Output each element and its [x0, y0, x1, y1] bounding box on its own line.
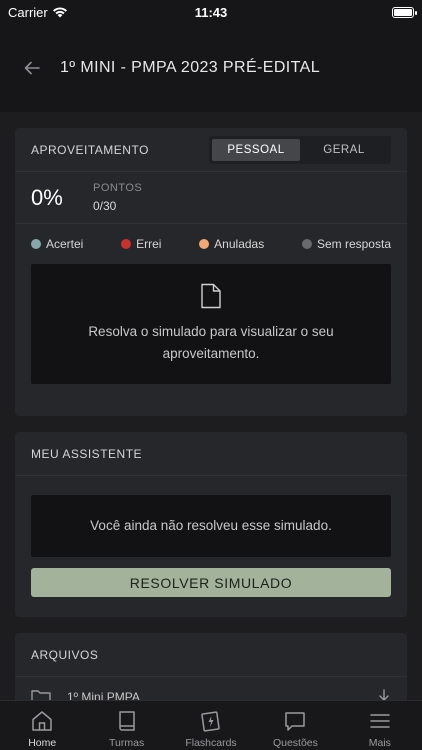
tab-flashcards[interactable]: Flashcards	[169, 701, 253, 750]
points-block: PONTOS 0/30	[93, 182, 142, 213]
tab-label: Flashcards	[185, 737, 237, 749]
folder-icon	[31, 690, 51, 700]
legend-label: Acertei	[46, 237, 84, 251]
menu-icon	[370, 714, 390, 728]
legend-dot-anuladas	[199, 239, 210, 249]
points-label: PONTOS	[93, 182, 143, 194]
performance-title: APROVEITAMENTO	[31, 142, 149, 157]
page-title: 1º MINI - PMPA 2023 PRÉ-EDITAL	[60, 59, 320, 76]
bottom-tab-bar: Home Turmas Flashcards Questões Mais	[0, 700, 422, 750]
carrier-label: Carrier	[8, 4, 48, 20]
legend-item-acertei: Acertei	[31, 237, 83, 251]
back-button[interactable]	[20, 56, 44, 80]
legend-label: Sem resposta	[316, 237, 391, 251]
files-title: ARQUIVOS	[31, 647, 99, 662]
legend-item-errei: Errei	[121, 237, 161, 251]
tab-label: Questões	[272, 737, 318, 749]
performance-empty-message: Resolva o simulado para visualizar o seu…	[88, 324, 334, 361]
tab-geral[interactable]: GERAL	[300, 139, 388, 161]
wifi-icon	[52, 7, 67, 18]
files-card: ARQUIVOS 1º Mini PMPA	[15, 633, 407, 700]
legend-label: Errei	[136, 237, 162, 251]
legend: Acertei Errei Anuladas Sem resposta	[15, 224, 407, 264]
main-content[interactable]: APROVEITAMENTO PESSOAL GERAL 0% PONTOS 0…	[0, 112, 422, 700]
performance-header: APROVEITAMENTO PESSOAL GERAL	[15, 128, 407, 172]
tab-label: Home	[28, 737, 57, 749]
tab-pessoal[interactable]: PESSOAL	[212, 138, 300, 161]
status-left: Carrier	[8, 5, 148, 20]
assistant-message: Você ainda não resolveu esse simulado.	[90, 518, 332, 533]
chat-bubble-icon	[285, 712, 306, 731]
home-icon	[32, 711, 52, 731]
tab-home[interactable]: Home	[0, 701, 84, 750]
score-row: 0% PONTOS 0/30	[15, 172, 407, 224]
assistant-card: MEU ASSISTENTE Você ainda não resolveu e…	[15, 432, 407, 617]
battery-icon	[392, 6, 417, 18]
resolve-simulado-button[interactable]: RESOLVER SIMULADO	[31, 568, 391, 597]
tab-turmas[interactable]: Turmas	[84, 701, 168, 750]
assistant-header: MEU ASSISTENTE	[15, 432, 407, 476]
performance-card: APROVEITAMENTO PESSOAL GERAL 0% PONTOS 0…	[15, 128, 407, 416]
files-header: ARQUIVOS	[15, 633, 407, 677]
legend-dot-acertei	[31, 239, 41, 249]
assistant-title: MEU ASSISTENTE	[31, 446, 143, 461]
document-icon	[201, 283, 221, 309]
arrow-left-icon	[24, 61, 40, 75]
flashcards-icon	[201, 711, 220, 732]
status-time: 11:43	[194, 4, 228, 20]
points-value: 0/30	[93, 199, 117, 213]
status-right	[274, 6, 417, 18]
file-name: 1º Mini PMPA	[67, 690, 140, 700]
legend-dot-sem-resposta	[301, 239, 312, 249]
legend-item-sem-resposta: Sem resposta	[301, 237, 391, 251]
tab-mais[interactable]: Mais	[338, 701, 422, 750]
download-icon[interactable]	[377, 689, 391, 700]
performance-segmented-control: PESSOAL GERAL	[209, 135, 391, 164]
tab-label: Turmas	[109, 737, 145, 749]
legend-label: Anuladas	[214, 237, 265, 251]
legend-dot-errei	[121, 239, 132, 249]
performance-empty-state: Resolva o simulado para visualizar o seu…	[31, 264, 391, 384]
page-header: 1º MINI - PMPA 2023 PRÉ-EDITAL	[0, 24, 422, 112]
book-icon	[118, 711, 135, 731]
legend-item-anuladas: Anuladas	[199, 237, 264, 251]
file-row[interactable]: 1º Mini PMPA	[15, 677, 407, 700]
assistant-message-box: Você ainda não resolveu esse simulado.	[31, 495, 391, 557]
tab-questoes[interactable]: Questões	[253, 701, 337, 750]
tab-label: Mais	[368, 737, 391, 749]
score-percent: 0%	[31, 184, 63, 210]
status-bar: Carrier 11:43	[0, 0, 422, 24]
